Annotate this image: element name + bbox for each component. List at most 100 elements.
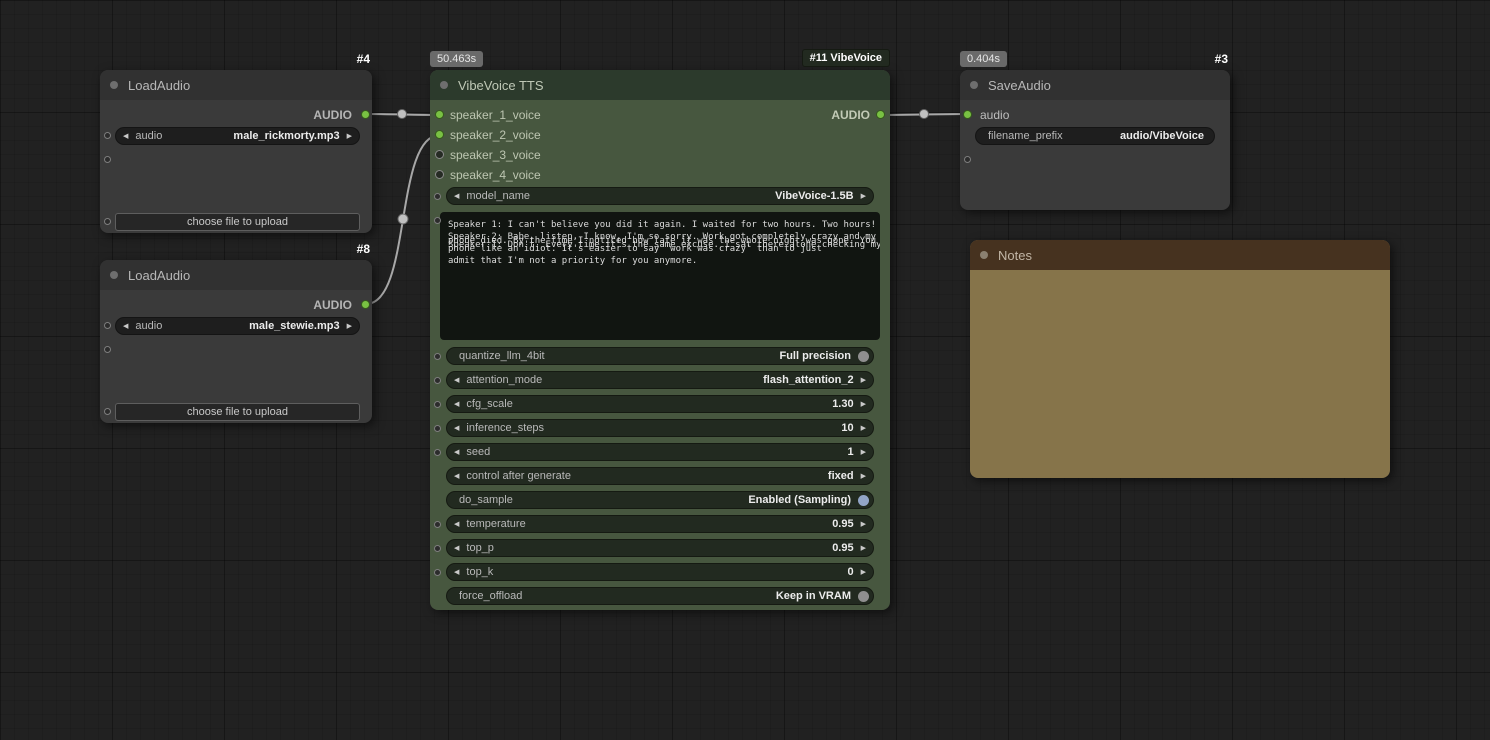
prev-value-arrow-icon[interactable]: ◀ [116, 132, 135, 140]
widget-input-socket[interactable] [104, 132, 111, 139]
widget-input-socket[interactable] [434, 449, 441, 456]
widget-input-socket[interactable] [104, 346, 111, 353]
decrement-arrow-icon[interactable]: ◀ [447, 544, 466, 552]
collapse-dot-icon[interactable] [110, 81, 118, 89]
widget-label: inference_steps [466, 422, 545, 434]
audio-output-socket[interactable] [361, 110, 370, 119]
prev-value-arrow-icon[interactable]: ◀ [116, 322, 135, 330]
widget-input-socket[interactable] [104, 408, 111, 415]
node-titlebar[interactable]: VibeVoice TTS [430, 70, 890, 100]
audio-output-socket[interactable] [876, 110, 885, 119]
widget-label: attention_mode [466, 374, 543, 386]
widget-input-socket[interactable] [964, 156, 971, 163]
audio-output-socket[interactable] [361, 300, 370, 309]
control-after-generate-combo-widget[interactable]: ◀ control after generate fixed ▶ [446, 467, 874, 485]
increment-arrow-icon[interactable]: ▶ [854, 568, 873, 576]
node-titlebar[interactable]: SaveAudio [960, 70, 1230, 100]
force-offload-toggle-widget[interactable]: force_offload Keep in VRAM [446, 587, 874, 605]
audio-combo-widget[interactable]: ◀ audio male_stewie.mp3 ▶ [115, 317, 360, 335]
toggle-knob-icon[interactable] [858, 350, 869, 362]
filename-prefix-text-widget[interactable]: filename_prefix audio/VibeVoice [975, 127, 1215, 145]
speaker-3-input-socket[interactable] [435, 150, 444, 159]
decrement-arrow-icon[interactable]: ◀ [447, 448, 466, 456]
choose-file-button[interactable]: choose file to upload [115, 403, 360, 421]
audio-input-socket[interactable] [963, 110, 972, 119]
next-value-arrow-icon[interactable]: ▶ [854, 376, 873, 384]
top-k-number-widget[interactable]: ◀ top_k 0 ▶ [446, 563, 874, 581]
cfg-scale-number-widget[interactable]: ◀ cfg_scale 1.30 ▶ [446, 395, 874, 413]
link-midpoint-dot-icon[interactable] [397, 213, 409, 225]
link-midpoint-dot-icon[interactable] [397, 109, 407, 119]
audio-combo-widget[interactable]: ◀ audio male_rickmorty.mp3 ▶ [115, 127, 360, 145]
collapse-dot-icon[interactable] [970, 81, 978, 89]
widget-value: Keep in VRAM [775, 590, 851, 602]
toggle-knob-icon[interactable] [858, 494, 869, 506]
widget-input-socket[interactable] [434, 545, 441, 552]
next-value-arrow-icon[interactable]: ▶ [854, 472, 873, 480]
collapse-dot-icon[interactable] [980, 251, 988, 259]
widget-value: 0.95 [832, 518, 854, 530]
widget-value: male_rickmorty.mp3 [233, 130, 340, 142]
node-graph-canvas[interactable]: #4 LoadAudio AUDIO ◀ audio male_rickmort… [0, 0, 1490, 740]
next-value-arrow-icon[interactable]: ▶ [340, 132, 359, 140]
widget-input-socket[interactable] [434, 377, 441, 384]
widget-input-socket[interactable] [104, 156, 111, 163]
widget-label: seed [466, 446, 491, 458]
widget-input-socket[interactable] [104, 322, 111, 329]
widget-value: audio/VibeVoice [1120, 130, 1204, 142]
node-id-badge: #3 [1214, 52, 1228, 66]
node-titlebar[interactable]: LoadAudio [100, 70, 372, 100]
collapse-dot-icon[interactable] [440, 81, 448, 89]
widget-value: 10 [841, 422, 854, 434]
attention-mode-combo-widget[interactable]: ◀ attention_mode flash_attention_2 ▶ [446, 371, 874, 389]
prev-value-arrow-icon[interactable]: ◀ [447, 376, 466, 384]
increment-arrow-icon[interactable]: ▶ [854, 520, 873, 528]
decrement-arrow-icon[interactable]: ◀ [447, 424, 466, 432]
do-sample-toggle-widget[interactable]: do_sample Enabled (Sampling) [446, 491, 874, 509]
prev-value-arrow-icon[interactable]: ◀ [447, 472, 466, 480]
widget-input-socket[interactable] [434, 353, 441, 360]
increment-arrow-icon[interactable]: ▶ [854, 544, 873, 552]
choose-file-button[interactable]: choose file to upload [115, 213, 360, 231]
increment-arrow-icon[interactable]: ▶ [854, 448, 873, 456]
widget-input-socket[interactable] [434, 217, 441, 224]
increment-arrow-icon[interactable]: ▶ [854, 424, 873, 432]
increment-arrow-icon[interactable]: ▶ [854, 400, 873, 408]
model-name-combo-widget[interactable]: ◀ model_name VibeVoice-1.5B ▶ [446, 187, 874, 205]
widget-input-socket[interactable] [104, 218, 111, 225]
speaker-1-input-socket[interactable] [435, 110, 444, 119]
notes-body[interactable] [970, 270, 1390, 478]
widget-input-socket[interactable] [434, 193, 441, 200]
seed-number-widget[interactable]: ◀ seed 1 ▶ [446, 443, 874, 461]
widget-input-socket[interactable] [434, 521, 441, 528]
script-line: Speaker 1: I can't believe you did it ag… [448, 220, 877, 230]
decrement-arrow-icon[interactable]: ◀ [447, 568, 466, 576]
temperature-number-widget[interactable]: ◀ temperature 0.95 ▶ [446, 515, 874, 533]
inference-steps-number-widget[interactable]: ◀ inference_steps 10 ▶ [446, 419, 874, 437]
node-title: Notes [998, 248, 1032, 263]
quantize-llm-4bit-toggle-widget[interactable]: quantize_llm_4bit Full precision [446, 347, 874, 365]
toggle-knob-icon[interactable] [858, 590, 869, 602]
node-titlebar[interactable]: Notes [970, 240, 1390, 270]
widget-input-socket[interactable] [434, 569, 441, 576]
top-p-number-widget[interactable]: ◀ top_p 0.95 ▶ [446, 539, 874, 557]
node-titlebar[interactable]: LoadAudio [100, 260, 372, 290]
script-text-area[interactable]: Speaker 1: I can't believe you did it ag… [440, 212, 880, 340]
link-midpoint-dot-icon[interactable] [919, 109, 929, 119]
node-loadaudio-8: #8 LoadAudio AUDIO ◀ audio male_stewie.m… [100, 242, 372, 423]
node-saveaudio-3: 0.404s #3 SaveAudio audio filename_prefi… [960, 51, 1230, 210]
node-title: SaveAudio [988, 78, 1051, 93]
collapse-dot-icon[interactable] [110, 271, 118, 279]
speaker-4-input-socket[interactable] [435, 170, 444, 179]
decrement-arrow-icon[interactable]: ◀ [447, 400, 466, 408]
next-value-arrow-icon[interactable]: ▶ [854, 192, 873, 200]
prev-value-arrow-icon[interactable]: ◀ [447, 192, 466, 200]
widget-input-socket[interactable] [434, 401, 441, 408]
speaker-2-input-socket[interactable] [435, 130, 444, 139]
decrement-arrow-icon[interactable]: ◀ [447, 520, 466, 528]
execution-time-badge: 0.404s [960, 51, 1008, 67]
widget-label: audio [135, 130, 163, 142]
next-value-arrow-icon[interactable]: ▶ [340, 322, 359, 330]
widget-input-socket[interactable] [434, 425, 441, 432]
widget-label: control after generate [466, 470, 571, 482]
